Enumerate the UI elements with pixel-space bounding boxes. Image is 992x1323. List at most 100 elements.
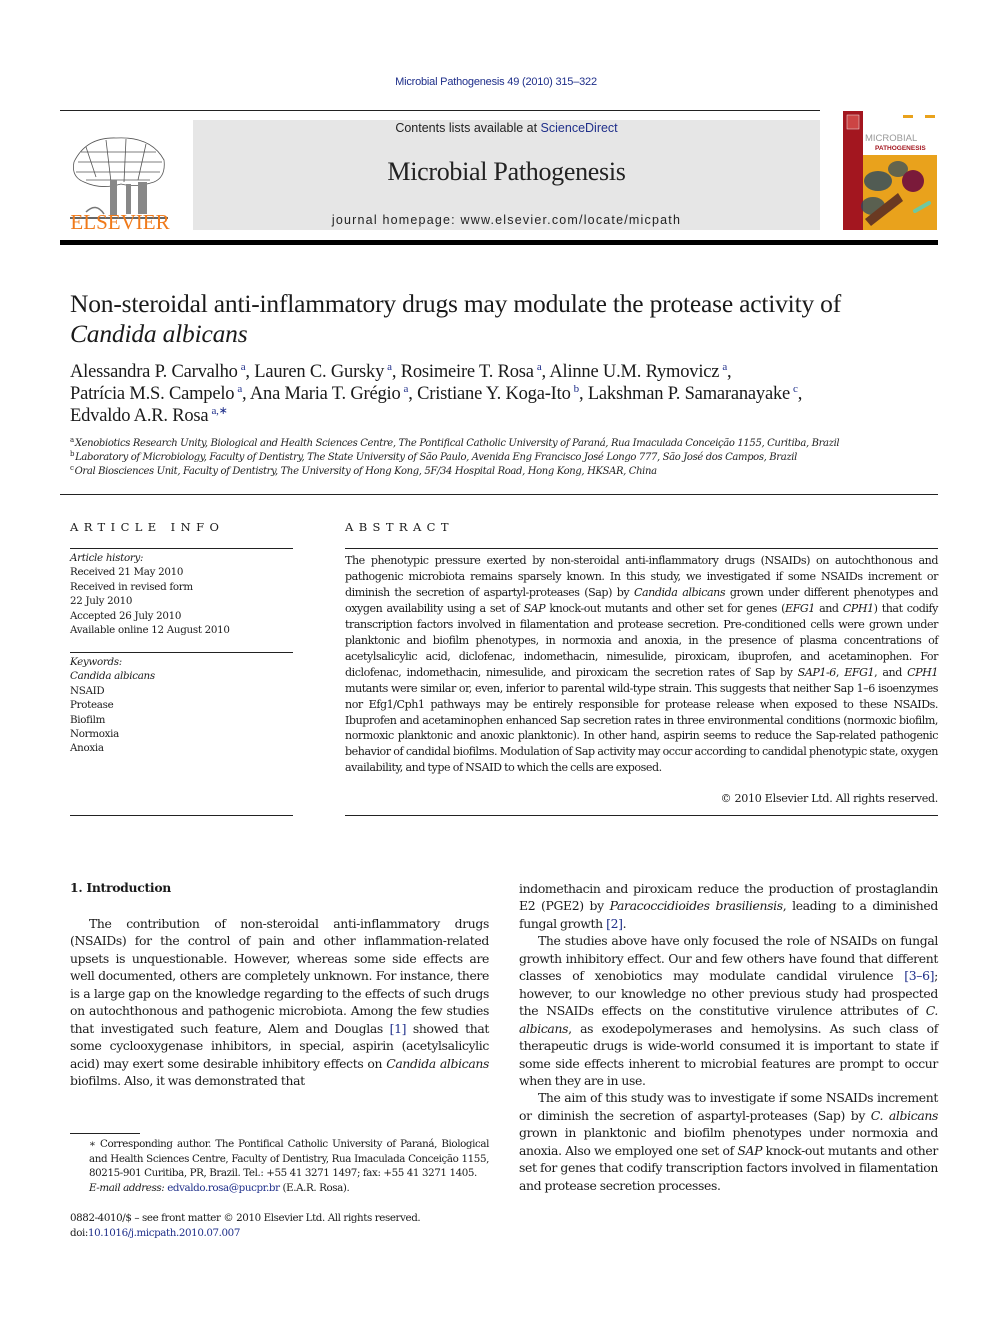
abstract-italic: SAP (523, 601, 546, 615)
article-info-heading: ARTICLE INFO (70, 520, 225, 534)
affiliation-rule (60, 494, 938, 495)
paragraph-italic: Candida albicans (386, 1055, 490, 1071)
elsevier-wordmark: ELSEVIER (70, 210, 170, 234)
abstract-italic: EFG1 (844, 665, 875, 679)
author-list: Alessandra P. Carvalho a, Lauren C. Gursk… (70, 361, 940, 427)
keyword-item: Normoxia (70, 728, 119, 741)
article-info-bottom-rule (70, 815, 293, 816)
author-name: Cristiane Y. Koga-Ito (417, 384, 571, 404)
author-separator: , (797, 384, 803, 404)
body-paragraph: indomethacin and piroxicam reduce the pr… (519, 880, 938, 932)
author-name: Edvaldo A.R. Rosa (70, 406, 209, 426)
abstract-italic: Candida albicans (633, 585, 726, 599)
section-heading-introduction: 1. Introduction (70, 880, 171, 895)
history-item: Received in revised form (70, 580, 193, 593)
affiliation-text: Laboratory of Microbiology, Faculty of D… (75, 452, 797, 464)
article-history: Article history: Received 21 May 2010 Rec… (70, 551, 230, 637)
reference-link[interactable]: [3–6] (904, 968, 934, 983)
history-item: 22 July 2010 (70, 595, 133, 608)
corresponding-author-text: ∗ Corresponding author. The Pontifical C… (89, 1138, 489, 1180)
affiliation-key: c (70, 464, 74, 473)
history-label: Article history: (70, 552, 144, 564)
author-name: Rosimeire T. Rosa (400, 362, 534, 382)
title-species: Candida albicans (70, 319, 248, 348)
email-label: E-mail address: (89, 1181, 168, 1194)
author-name: Alessandra P. Carvalho (70, 362, 238, 382)
reference-link[interactable]: [1] (390, 1021, 407, 1036)
affiliation-text: Xenobiotics Research Unity, Biological a… (74, 438, 840, 449)
history-items: Received 21 May 2010 Received in revised … (70, 565, 230, 637)
journal-homepage[interactable]: journal homepage: www.elsevier.com/locat… (193, 213, 820, 227)
paragraph-italic: C. albicans (870, 1107, 939, 1123)
journal-cover-image: MICROBIAL PATHOGENESIS (843, 111, 937, 230)
abstract-italic: SAP1-6 (797, 665, 837, 679)
abstract-bottom-rule (345, 815, 938, 816)
contents-line: Contents lists available at ScienceDirec… (193, 121, 820, 135)
front-matter: 0882-4010/$ – see front matter © 2010 El… (70, 1211, 510, 1240)
keyword-item: NSAID (70, 684, 105, 697)
author-name: Lakshman P. Samaranayake (587, 384, 791, 404)
body-paragraph: The contribution of non-steroidal anti-i… (70, 915, 489, 1090)
reference-link[interactable]: [2] (606, 916, 623, 931)
author-separator: , (245, 362, 255, 382)
doi-line: doi:10.1016/j.micpath.2010.07.007 (70, 1226, 510, 1241)
author-separator: , (391, 362, 401, 382)
journal-name: Microbial Pathogenesis (387, 157, 626, 186)
history-item: Available online 12 August 2010 (70, 624, 230, 637)
body-column-left: The contribution of non-steroidal anti-i… (70, 915, 489, 1090)
paragraph-text: The studies above have only focused the … (519, 933, 938, 984)
paragraph-text: biofilms. Also, it was demonstrated that (70, 1073, 305, 1089)
keyword-item: Candida albicans (70, 670, 155, 683)
author-separator: , (408, 384, 418, 404)
email-suffix: (E.A.R. Rosa). (279, 1181, 350, 1194)
cover-title-line1: MICROBIAL (865, 133, 917, 144)
author-name: Ana Maria T. Grégio (249, 384, 401, 404)
author-separator: , (578, 384, 588, 404)
author-separator: , (727, 362, 732, 382)
abstract-text: The phenotypic pressure exerted by non-s… (345, 553, 938, 776)
affiliation-item: cOral Biosciences Unit, Faculty of Denti… (70, 465, 950, 479)
paragraph-text: . (622, 915, 627, 931)
journal-citation-link[interactable]: Microbial Pathogenesis 49 (2010) 315–322 (0, 76, 992, 88)
footnote-rule (70, 1133, 140, 1134)
body-column-right: indomethacin and piroxicam reduce the pr… (519, 880, 938, 1194)
abstract-italic: CPH1 (907, 665, 938, 679)
abstract-text: and (814, 601, 843, 615)
abstract-rule (345, 548, 938, 549)
email-link[interactable]: edvaldo.rosa@pucpr.br (167, 1182, 280, 1194)
article-title: Non-steroidal anti-inflammatory drugs ma… (70, 289, 940, 349)
header-rule (60, 110, 820, 111)
abstract-text: knock-out mutants and other set for gene… (545, 601, 785, 615)
paragraph-text: , as exodepolymerases and hemolysins. As… (519, 1020, 938, 1088)
keywords: Keywords: Candida albicans NSAID Protease B… (70, 655, 155, 756)
author-affiliation-link[interactable]: a,∗ (211, 405, 227, 417)
author-separator: , (242, 384, 250, 404)
affiliation-key: b (70, 450, 75, 459)
affiliation-item: aXenobiotics Research Unity, Biological … (70, 437, 950, 451)
paragraph-text: The contribution of non-steroidal anti-i… (70, 916, 489, 1036)
doi-link[interactable]: 10.1016/j.micpath.2010.07.007 (88, 1227, 240, 1239)
keywords-label: Keywords: (70, 656, 122, 668)
keyword-items: Candida albicans NSAID Protease Biofilm Norm… (70, 669, 155, 755)
author-name: Patrícia M.S. Campelo (70, 384, 235, 404)
article-info-rule (70, 548, 293, 549)
email-line: E-mail address: edvaldo.rosa@pucpr.br (E… (70, 1181, 489, 1196)
abstract-heading: ABSTRACT (345, 520, 454, 534)
history-item: Received 21 May 2010 (70, 566, 184, 579)
front-matter-text: 0882-4010/$ – see front matter © 2010 El… (70, 1212, 421, 1224)
affiliation-text: Oral Biosciences Unit, Faculty of Dentis… (74, 466, 657, 478)
doi-label: doi: (70, 1226, 88, 1239)
keyword-item: Anoxia (70, 742, 104, 755)
abstract-text: mutants were similar or, even, inferior … (345, 681, 938, 775)
paragraph-italic: Paracoccidioides brasiliensis (609, 898, 783, 914)
cover-title-line2: PATHOGENESIS (875, 145, 926, 152)
keyword-item: Protease (70, 699, 114, 712)
contents-prefix: Contents lists available at (395, 121, 541, 135)
abstract-text: , (835, 665, 845, 679)
title-main: Non-steroidal anti-inflammatory drugs ma… (70, 289, 842, 318)
paragraph-italic: SAP (737, 1142, 763, 1158)
abstract-italic: CPH1 (842, 601, 874, 615)
sciencedirect-link[interactable]: ScienceDirect (541, 121, 618, 135)
corresponding-author-footnote: ∗ Corresponding author. The Pontifical C… (70, 1137, 489, 1195)
history-item: Accepted 26 July 2010 (70, 609, 182, 622)
